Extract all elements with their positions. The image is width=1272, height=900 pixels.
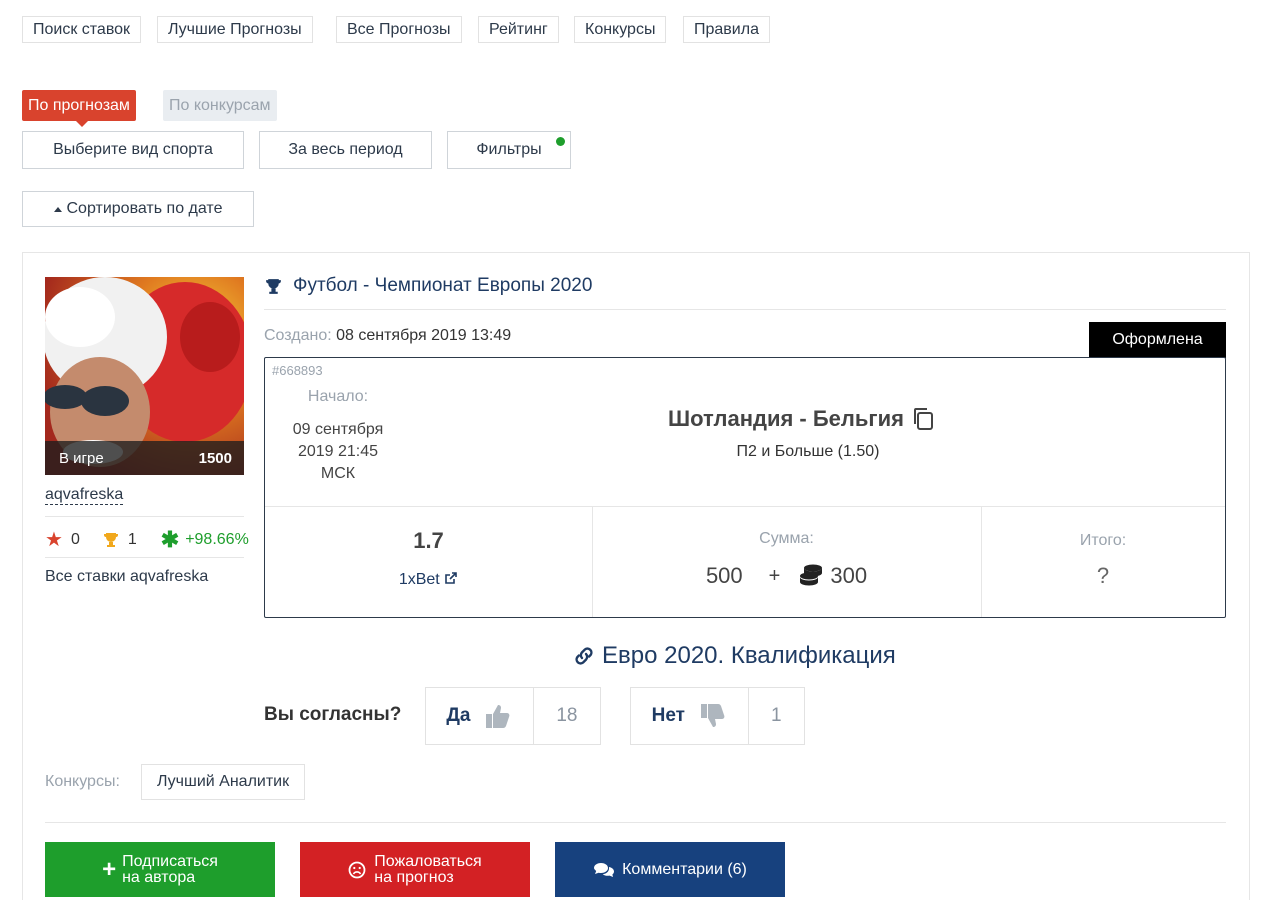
start-timezone: МСК	[320, 465, 356, 482]
status-badge: Оформлена	[1089, 322, 1226, 358]
report-label-line2: на прогноз	[374, 868, 454, 886]
vote-question: Вы согласны?	[264, 704, 402, 725]
nav-all-predictions[interactable]: Все Прогнозы	[336, 16, 462, 43]
created-label: Создано:	[264, 327, 332, 344]
user-avatar[interactable]: В игре 1500	[45, 277, 244, 475]
all-user-bets-link[interactable]: Все ставки aqvafreska	[45, 568, 208, 586]
vote-no-button[interactable]: Нет	[631, 688, 749, 744]
vote-yes-button[interactable]: Да	[426, 688, 534, 744]
sum-row: 500 + 300	[592, 563, 981, 589]
divider	[264, 309, 1226, 310]
star-icon: ★	[45, 529, 63, 551]
match-teams: Шотландия - Бельгия	[668, 406, 934, 432]
vote-yes-count: 18	[556, 705, 578, 726]
plus-sign: +	[768, 564, 781, 587]
period-select-button[interactable]: За весь период	[259, 131, 432, 169]
event-title[interactable]: Футбол - Чемпионат Европы 2020	[264, 275, 592, 297]
sort-by-date-button[interactable]: Сортировать по дате	[22, 191, 254, 227]
divider	[592, 507, 593, 617]
period-select-label: За весь период	[288, 141, 403, 158]
clover-icon: ✱	[160, 527, 180, 552]
report-label: Пожаловаться на прогноз	[374, 852, 482, 886]
thumbs-down-icon	[700, 704, 725, 727]
nav-contests[interactable]: Конкурсы	[574, 16, 667, 43]
nav-rules[interactable]: Правила	[683, 16, 770, 43]
divider	[45, 557, 244, 558]
subscribe-label: Подписаться на автора	[122, 852, 218, 886]
nav-rating[interactable]: Рейтинг	[478, 16, 559, 43]
avatar-status-bar: В игре 1500	[45, 441, 244, 475]
total-label: Итого:	[1079, 532, 1127, 549]
tournament-link-text: Евро 2020. Квалификация	[602, 642, 896, 669]
username-link[interactable]: aqvafreska	[45, 485, 124, 505]
sum-value: 500	[705, 563, 743, 588]
coins-icon	[800, 564, 823, 586]
subscribe-button[interactable]: + Подписаться на автора	[45, 842, 275, 897]
report-button[interactable]: Пожаловаться на прогноз	[300, 842, 530, 897]
vote-no-label: Нет	[651, 705, 685, 726]
comments-icon	[594, 862, 615, 877]
bookmaker-name: 1xBet	[398, 571, 440, 588]
trophies-count: 1	[127, 531, 137, 548]
divider	[981, 507, 982, 617]
report-label-line1: Пожаловаться	[374, 852, 482, 870]
contests-label: Конкурсы:	[45, 773, 120, 790]
start-label: Начало:	[307, 388, 369, 405]
event-title-text: Футбол - Чемпионат Европы 2020	[293, 275, 593, 296]
filters-label: Фильтры	[476, 141, 542, 158]
vote-yes[interactable]: Да 18	[425, 687, 601, 745]
active-filter-dot-icon	[556, 137, 565, 146]
match-box: #668893 Начало: 09 сентября 2019 21:45 М…	[264, 357, 1226, 618]
divider	[45, 516, 244, 517]
stars-count: 0	[70, 531, 80, 548]
user-points: 1500	[198, 449, 232, 467]
filters-button[interactable]: Фильтры	[447, 131, 571, 169]
divider	[45, 822, 1226, 823]
comments-label: Комментарии (6)	[622, 860, 747, 878]
link-icon	[575, 647, 593, 665]
created-value: 08 сентября 2019 13:49	[336, 327, 512, 344]
bookmaker-link[interactable]: 1xBet	[265, 571, 592, 589]
odds-value: 1.7	[413, 528, 444, 553]
comments-button[interactable]: Комментарии (6)	[555, 842, 785, 897]
start-date: 09 сентября	[292, 421, 384, 438]
contest-tag[interactable]: Лучший Аналитик	[141, 764, 306, 800]
trophy-icon	[266, 278, 281, 294]
sad-face-icon	[348, 861, 366, 878]
user-status: В игре	[59, 449, 104, 467]
tournament-link[interactable]: Евро 2020. Квалификация	[572, 642, 896, 670]
external-link-icon	[445, 572, 457, 584]
tab-by-predictions[interactable]: По прогнозам	[22, 90, 136, 127]
roi-value: +98.66%	[185, 531, 249, 548]
bet-id: #668893	[272, 363, 323, 378]
vote-no[interactable]: Нет 1	[630, 687, 805, 745]
created-date: Создано: 08 сентября 2019 13:49	[264, 327, 511, 345]
trophy-icon	[103, 533, 118, 547]
user-stats: ★ 0 1 ✱ +98.66%	[45, 527, 255, 552]
nav-best-predictions[interactable]: Лучшие Прогнозы	[157, 16, 313, 43]
total-value: ?	[1096, 563, 1110, 588]
plus-icon: +	[102, 855, 117, 883]
vote-yes-label: Да	[446, 705, 471, 726]
subscribe-label-line1: Подписаться	[122, 852, 218, 870]
sort-label: Сортировать по дате	[66, 200, 223, 217]
sport-select-button[interactable]: Выберите вид спорта	[22, 131, 244, 169]
divider	[265, 506, 1225, 507]
bet-pick: П2 и Больше (1.50)	[736, 443, 880, 460]
match-title: Шотландия - Бельгия	[668, 406, 904, 431]
thumbs-up-icon	[486, 705, 510, 728]
bonus-value: 300	[830, 563, 868, 588]
tab-by-contests[interactable]: По конкурсам	[163, 90, 277, 121]
sum-label: Сумма:	[759, 530, 814, 547]
caret-up-icon	[53, 206, 62, 212]
vote-no-count: 1	[771, 705, 782, 726]
copy-icon[interactable]	[912, 407, 934, 431]
nav-bet-search[interactable]: Поиск ставок	[22, 16, 142, 43]
sport-select-label: Выберите вид спорта	[53, 141, 213, 158]
subscribe-label-line2: на автора	[122, 868, 196, 886]
